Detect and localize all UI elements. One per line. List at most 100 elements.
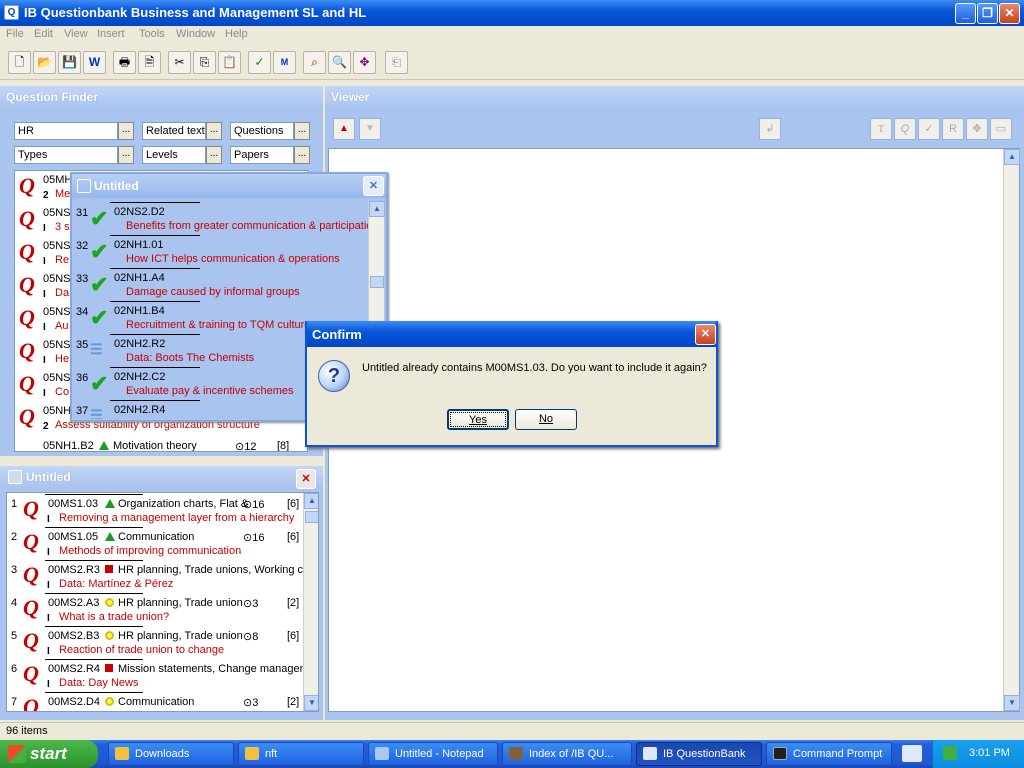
menu-insert[interactable]: Insert [97,28,125,40]
filter-levels-button[interactable]: ... [206,146,222,164]
filter-topic-field[interactable]: HR [14,122,118,140]
close-icon[interactable]: ✕ [296,469,316,489]
task-nft[interactable]: nft [238,742,364,766]
list-item[interactable]: 32 ✔ 02NH1.01 How ICT helps communication &… [74,234,368,267]
task-questionbank[interactable]: IB QuestionBank [636,742,762,766]
question-finder-title: Question Finder [0,86,323,108]
text-icon[interactable]: T [870,118,892,140]
table-row[interactable]: 6 Q 00MS2.R4 Mission statements, Change man… [7,658,318,691]
question-icon: Q [23,694,39,712]
question-icon: Q [19,173,35,198]
find-icon[interactable]: ⌕ [303,51,326,74]
task-browser[interactable]: Index of /IB QU... [502,742,632,766]
clock[interactable]: 3:01 PM [969,747,1010,759]
confirm-title: Confirm [307,321,716,347]
filter-types-field[interactable]: Types [14,146,118,164]
start-button[interactable]: start [0,740,98,768]
list-item[interactable]: 33 ✔ 02NH1.A4 Damage caused by informal gro… [74,267,368,300]
question-icon: Q [19,272,35,297]
table-row[interactable]: 3 Q 00MS2.R3 HR planning, Trade unions, Wor… [7,559,318,592]
disabled-tool-icon[interactable]: ⎗ [385,51,408,74]
network-icon[interactable] [943,746,957,760]
next-question-icon[interactable]: ▼ [359,118,381,140]
data-lines-icon: ☰ [90,341,103,357]
filter-questions-field[interactable]: Questions [230,122,294,140]
filter-related-button[interactable]: ... [206,122,222,140]
menu-tools[interactable]: Tools [139,28,165,40]
circle-icon [105,597,114,609]
list-item[interactable]: 05NH1.B2 Motivation theory ⊙12 [8] [15,437,307,451]
untitled-list[interactable]: 1 Q 00MS1.03 Organization charts, Flat & ⊙16… [6,492,319,712]
filter-related-field[interactable]: Related text [142,122,206,140]
system-tray: 3:01 PM [932,740,1024,768]
maximize-button[interactable]: ❐ [977,3,998,24]
no-button[interactable]: No [515,409,577,430]
task-notepad[interactable]: Untitled - Notepad [368,742,498,766]
word-export-icon[interactable]: W [83,51,106,74]
navigate-icon[interactable]: ✥ [353,51,376,74]
windows-logo-icon [8,745,26,763]
task-command-prompt[interactable]: Command Prompt [766,742,892,766]
scroll-up-icon[interactable]: ▲ [1004,149,1020,165]
zoom-icon[interactable]: 🔍 [328,51,351,74]
filter-papers-button[interactable]: ... [294,146,310,164]
filter-levels-field[interactable]: Levels [142,146,206,164]
paste-icon[interactable]: 📋 [218,51,241,74]
list-item[interactable]: 31 ✔ 02NS2.D2 Benefits from greater communi… [74,201,368,234]
print-preview-icon[interactable]: 🗎 [138,51,161,74]
table-row[interactable]: 1 Q 00MS1.03 Organization charts, Flat & ⊙16… [7,493,318,526]
print-icon[interactable]: 🖶 [113,51,136,74]
table-row[interactable]: 7 Q 00MS2.D4 Communication ⊙3 [2] [7,691,318,712]
markscheme-view-icon[interactable]: ✓ [918,118,940,140]
report-view-icon[interactable]: R [942,118,964,140]
menu-help[interactable]: Help [225,28,248,40]
table-row[interactable]: 2 Q 00MS1.05 Communication ⊙16 [6] I Methods of… [7,526,318,559]
scroll-down-icon[interactable]: ▼ [304,695,318,711]
window-title: IB Questionbank Business and Management … [24,5,367,20]
menu-view[interactable]: View [64,28,88,40]
save-icon[interactable]: 💾 [58,51,81,74]
untitled-panel-title: Untitled [0,466,323,488]
table-row[interactable]: 4 Q 00MS2.A3 HR planning, Trade union ⊙3 [2] I… [7,592,318,625]
check-icon: ✔ [90,371,109,396]
filter-questions-button[interactable]: ... [294,122,310,140]
filter-types-button[interactable]: ... [118,146,134,164]
cut-icon[interactable]: ✂ [168,51,191,74]
markscheme-icon[interactable]: M [273,51,296,74]
scroll-down-icon[interactable]: ▼ [1004,695,1020,711]
viewer-scrollbar[interactable]: ▲ ▼ [1003,149,1020,711]
task-downloads[interactable]: Downloads [108,742,234,766]
previous-question-icon[interactable]: ▲ [333,118,355,140]
close-icon[interactable]: ✕ [695,324,716,345]
question-icon: Q [19,239,35,264]
scroll-up-icon[interactable]: ▲ [304,493,318,509]
question-view-icon[interactable]: Q [894,118,916,140]
open-icon[interactable]: 📂 [33,51,56,74]
filter-topic-button[interactable]: ... [118,122,134,140]
keyboard-icon[interactable] [902,745,922,762]
copy-icon[interactable]: ⎘ [193,51,216,74]
notepad-icon [375,747,389,760]
scroll-thumb[interactable] [370,276,384,288]
scroll-up-icon[interactable]: ▲ [369,201,385,217]
table-row[interactable]: 5 Q 00MS2.B3 HR planning, Trade union ⊙8 [6] I… [7,625,318,658]
filter-papers-field[interactable]: Papers [230,146,294,164]
confirm-dialog[interactable]: Confirm ✕ ? Untitled already contains M0… [305,321,718,447]
untitled-list-scrollbar[interactable]: ▲ ▼ [303,493,318,711]
check-icon: ✔ [90,272,109,297]
minimize-button[interactable]: _ [955,3,976,24]
return-icon[interactable]: ↲ [759,118,781,140]
menu-window[interactable]: Window [176,28,215,40]
new-icon[interactable]: 🗋 [8,51,31,74]
scroll-thumb[interactable] [305,511,318,523]
close-button[interactable]: ✕ [999,3,1020,24]
check-icon: ✔ [90,239,109,264]
yes-button[interactable]: Yes [447,409,509,430]
menu-edit[interactable]: Edit [34,28,53,40]
topic-triangle-icon [99,440,109,451]
checklist-icon[interactable]: ✓ [248,51,271,74]
menu-file[interactable]: File [6,28,24,40]
window-view-icon[interactable]: ▭ [990,118,1012,140]
expand-icon[interactable]: ✥ [966,118,988,140]
close-icon[interactable]: ✕ [363,176,384,196]
